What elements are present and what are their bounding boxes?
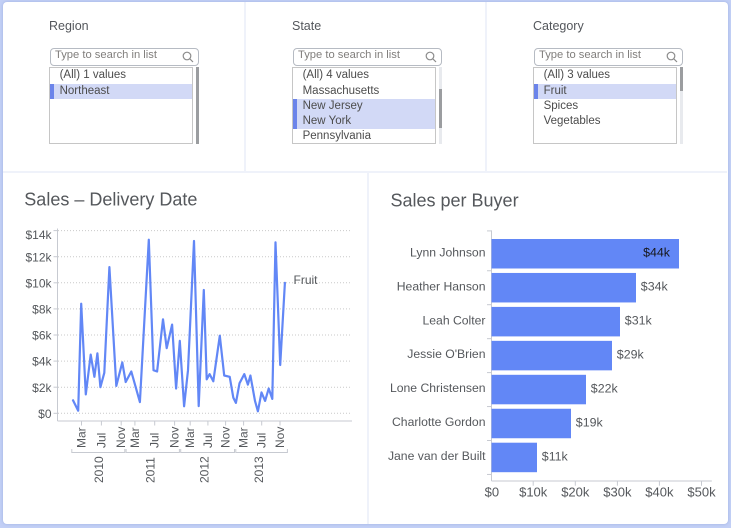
svg-text:$30k: $30k (603, 485, 632, 500)
svg-text:Lynn Johnson: Lynn Johnson (410, 245, 485, 259)
svg-text:Mar: Mar (183, 427, 197, 448)
svg-text:$44k: $44k (643, 246, 671, 260)
svg-text:Mar: Mar (237, 427, 251, 448)
svg-text:$4k: $4k (32, 355, 52, 369)
svg-text:Nov: Nov (114, 427, 128, 448)
svg-text:2012: 2012 (198, 456, 212, 483)
svg-text:Heather Hanson: Heather Hanson (397, 279, 486, 293)
svg-text:Sales – Delivery Date: Sales – Delivery Date (24, 190, 197, 210)
svg-text:Nov: Nov (273, 427, 287, 448)
svg-text:Nov: Nov (168, 427, 182, 448)
svg-text:$0: $0 (38, 407, 52, 421)
svg-text:2011: 2011 (143, 457, 157, 483)
svg-text:Leah Colter: Leah Colter (422, 313, 485, 327)
svg-text:$22k: $22k (591, 381, 619, 395)
svg-text:Jul: Jul (255, 433, 269, 448)
svg-text:Fruit: Fruit (294, 273, 319, 287)
svg-text:Mar: Mar (128, 427, 142, 448)
svg-text:Mar: Mar (75, 427, 89, 448)
svg-text:$10k: $10k (25, 276, 52, 290)
svg-text:Charlotte Gordon: Charlotte Gordon (392, 415, 486, 429)
svg-text:Jane van der Built: Jane van der Built (388, 449, 486, 463)
svg-text:$10k: $10k (519, 485, 548, 500)
svg-text:Jul: Jul (94, 433, 108, 448)
svg-text:2013: 2013 (252, 456, 266, 483)
svg-text:Jessie O'Brien: Jessie O'Brien (407, 347, 485, 361)
svg-text:2010: 2010 (92, 456, 106, 483)
svg-text:$14k: $14k (25, 228, 52, 242)
svg-text:Sales per Buyer: Sales per Buyer (391, 191, 519, 211)
svg-text:Jul: Jul (201, 433, 215, 448)
svg-text:Nov: Nov (219, 427, 233, 448)
svg-text:$20k: $20k (561, 485, 590, 500)
svg-text:$34k: $34k (641, 280, 669, 294)
svg-text:$0: $0 (485, 485, 499, 500)
svg-text:$29k: $29k (617, 348, 645, 362)
svg-text:$40k: $40k (645, 485, 674, 500)
svg-text:$2k: $2k (32, 381, 52, 395)
svg-text:Lone Christensen: Lone Christensen (390, 381, 486, 395)
svg-text:$6k: $6k (32, 329, 52, 343)
svg-text:$19k: $19k (576, 415, 604, 429)
svg-text:$12k: $12k (25, 250, 52, 264)
svg-text:$11k: $11k (542, 449, 569, 463)
svg-text:Jul: Jul (148, 433, 162, 448)
svg-text:$50k: $50k (687, 485, 716, 500)
svg-text:$8k: $8k (32, 303, 52, 317)
svg-text:$31k: $31k (625, 314, 653, 328)
